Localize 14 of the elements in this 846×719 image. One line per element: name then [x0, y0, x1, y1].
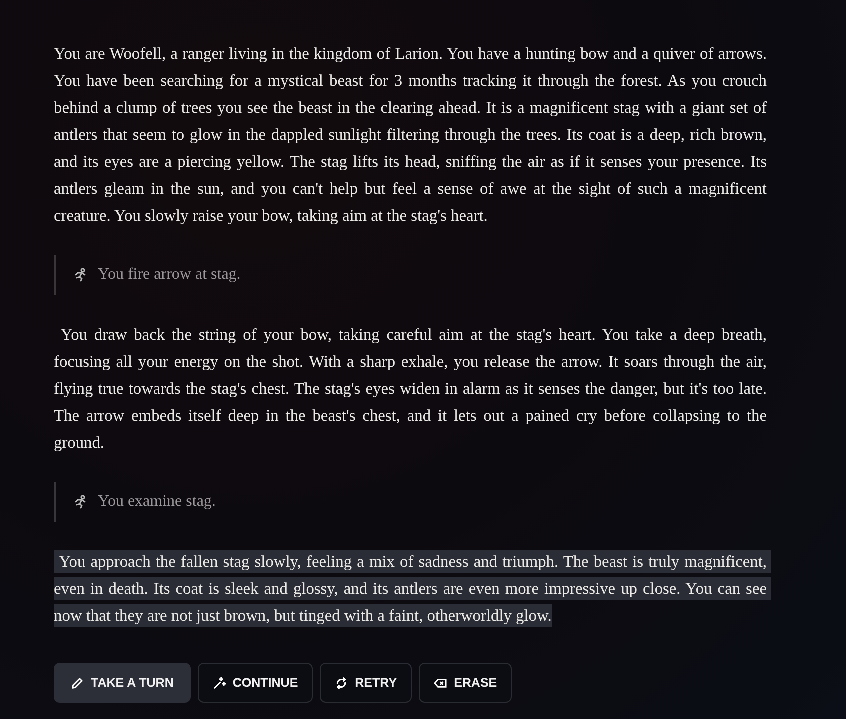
- running-figure-icon: [74, 268, 88, 282]
- action-text: You fire arrow at stag.: [98, 266, 241, 284]
- action-button[interactable]: ERASE: [419, 663, 512, 703]
- action-button[interactable]: CONTINUE: [198, 663, 314, 703]
- running-figure-icon: [74, 495, 88, 509]
- backspace-icon: [434, 676, 448, 690]
- story-paragraph: You are Woofell, a ranger living in the kingdom of Larion. You have a hunting bow and a quiver of arrows. You have been searching for a mystical beast for 3 months tracking it through the forest. As you crouch behind a clump of trees you see the beast in the clearing ahead. It is a magnificent stag with a giant set of antlers that seem to glow in the dappled sunlight filtering through the trees. Its coat is a deep, rich brown, and its eyes are a piercing yellow. The stag lifts its head, sniffing the air as if it senses your presence. Its antlers gleam in the sun, and you can't help but feel a sense of awe at the sight of such a magnificent creature. You slowly raise your bow, taking aim at the stag's heart.: [54, 43, 767, 227]
- wand-icon: [212, 676, 226, 690]
- pencil-icon: [71, 676, 84, 690]
- action-button[interactable]: TAKE A TURN: [54, 663, 191, 703]
- retry-icon: [335, 676, 348, 690]
- action-text: You examine stag.: [98, 493, 216, 511]
- action-button[interactable]: RETRY: [320, 663, 412, 703]
- story-paragraph: You draw back the string of your bow, taking careful aim at the stag's heart. You take a deep breath, focusing all your energy on the shot. With a sharp exhale, you release the arrow. It soars through the air, flying true towards the stag's chest. The stag's eyes widen in alarm as it senses the danger, but it's too late. The arrow embeds itself deep in the beast's chest, and it lets out a pained cry before collapsing to the ground.: [54, 324, 767, 454]
